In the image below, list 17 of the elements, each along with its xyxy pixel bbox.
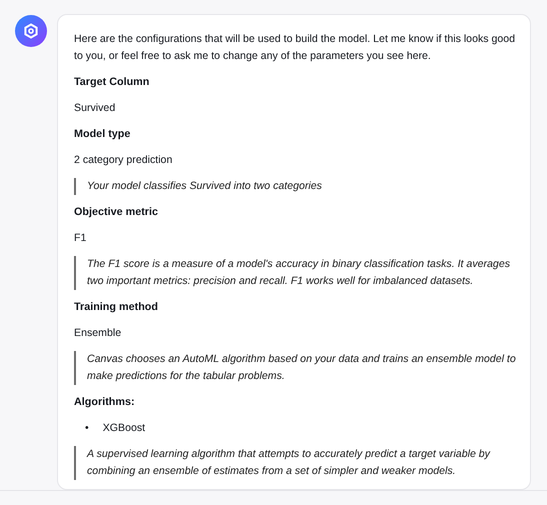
description-quote: Your model classifies Survived into two categories <box>74 178 516 195</box>
section-heading: Model type <box>74 127 132 142</box>
section-heading: Training method <box>74 300 159 315</box>
assistant-logo-icon <box>23 23 39 39</box>
description-quote: A supervised learning algorithm that attempts to accurately predict a target variable by combining an ensemble of estimates from a set of simpler and weaker models. <box>74 446 516 480</box>
section-heading: Algorithms: <box>74 395 136 410</box>
description-quote: Canvas chooses an AutoML algorithm based on your data and trains an ensemble model to make predictions for the tabular problems. <box>74 351 516 385</box>
section-value: F1 <box>74 231 88 246</box>
section-value: 2 category prediction <box>74 153 174 168</box>
section-value: Survived <box>74 101 116 116</box>
section-value: Ensemble <box>74 326 122 341</box>
bullet-marker: • <box>85 421 89 436</box>
section-heading: Objective metric <box>74 205 160 220</box>
description-quote: The F1 score is a measure of a model's accuracy in binary classification tasks. It averages two important metrics: precision and recall. F1 works well for imbalanced datasets. <box>74 256 516 290</box>
list-item: XGBoost <box>102 421 146 436</box>
section-heading: Target Column <box>74 75 150 90</box>
intro-text: Here are the configurations that will be used to build the model. Let me know if this looks good to you, or feel free to ask me to change any of the parameters you see here. <box>74 32 516 64</box>
